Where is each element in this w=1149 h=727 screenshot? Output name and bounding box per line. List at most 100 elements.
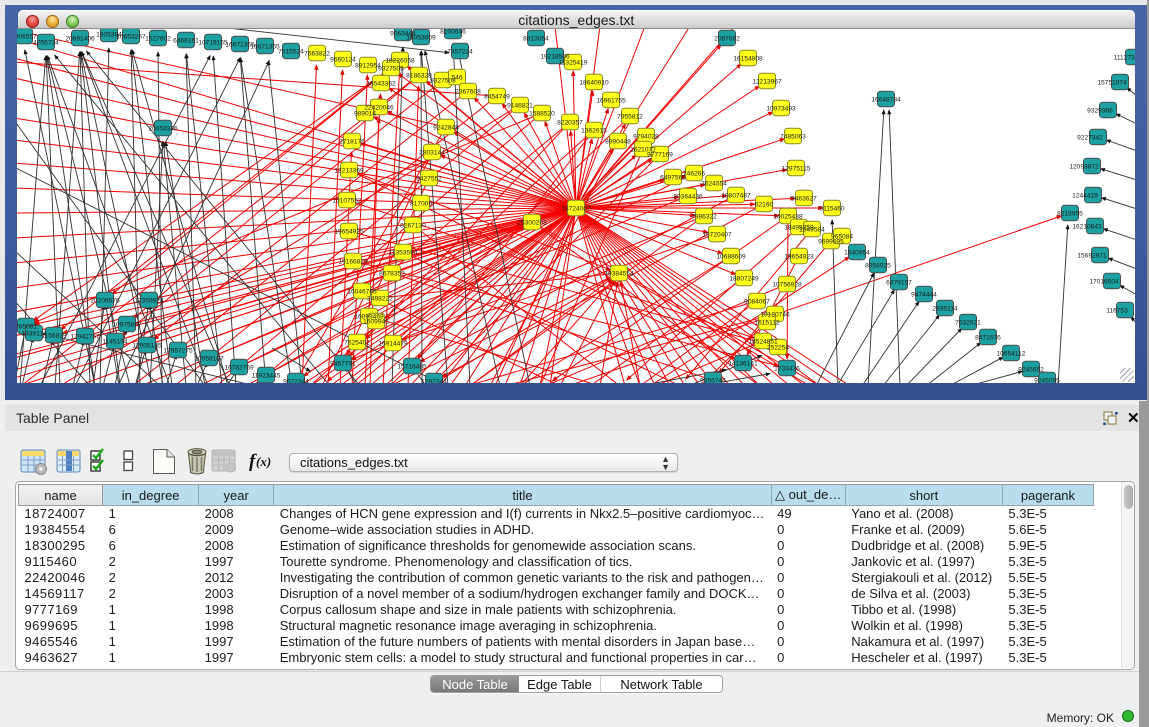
svg-text:7663822: 7663822 <box>304 51 330 58</box>
svg-text:4055724: 4055724 <box>33 40 59 47</box>
svg-text:1849584: 1849584 <box>799 227 825 234</box>
svg-text:16961755: 16961755 <box>596 98 626 105</box>
svg-text:9463627: 9463627 <box>791 196 817 203</box>
svg-text:10719155: 10719155 <box>198 40 228 47</box>
svg-text:10975867: 10975867 <box>112 322 142 329</box>
svg-text:8471676: 8471676 <box>975 335 1001 342</box>
svg-text:765081: 765081 <box>17 324 37 331</box>
svg-text:9245652: 9245652 <box>1018 367 1044 374</box>
svg-text:746266: 746266 <box>683 171 705 178</box>
svg-text:10756928: 10756928 <box>772 282 802 289</box>
svg-text:17359924: 17359924 <box>134 298 164 305</box>
svg-text:16210643: 16210643 <box>1072 224 1102 231</box>
svg-text:1362615: 1362615 <box>581 128 607 135</box>
svg-text:16671355: 16671355 <box>250 44 280 51</box>
svg-text:18226058: 18226058 <box>385 58 415 65</box>
svg-text:8215955: 8215955 <box>1057 211 1083 218</box>
svg-text:2718176: 2718176 <box>339 139 365 146</box>
svg-text:19654923: 19654923 <box>784 254 814 261</box>
svg-text:8100646: 8100646 <box>440 29 466 36</box>
svg-text:7955812: 7955812 <box>617 114 643 121</box>
svg-text:8220357: 8220357 <box>557 120 583 127</box>
svg-text:62160: 62160 <box>755 202 774 209</box>
svg-text:9777169: 9777169 <box>647 152 673 159</box>
svg-text:8427552: 8427552 <box>416 176 442 183</box>
svg-text:16154808: 16154808 <box>733 56 763 63</box>
svg-text:9660124: 9660124 <box>330 57 356 64</box>
svg-text:12975115: 12975115 <box>782 166 811 173</box>
svg-text:12213967: 12213967 <box>752 79 782 86</box>
svg-text:19654925: 19654925 <box>334 229 364 236</box>
svg-text:9474444: 9474444 <box>911 292 937 299</box>
svg-text:14136141: 14136141 <box>728 361 758 368</box>
svg-text:10025438: 10025438 <box>773 214 803 221</box>
svg-text:817006: 817006 <box>410 201 432 208</box>
svg-text:16782759: 16782759 <box>224 365 254 372</box>
svg-text:1640954: 1640954 <box>844 250 870 257</box>
svg-text:9622344: 9622344 <box>283 379 309 384</box>
svg-text:16046766: 16046766 <box>347 289 377 296</box>
svg-text:9457791: 9457791 <box>330 361 356 368</box>
svg-text:7632621: 7632621 <box>955 320 981 327</box>
svg-text:10973493: 10973493 <box>766 106 796 113</box>
svg-text:9327505: 9327505 <box>378 66 404 73</box>
svg-text:252254: 252254 <box>767 345 789 352</box>
svg-text:1292344: 1292344 <box>421 379 447 384</box>
svg-text:989014: 989014 <box>354 111 376 118</box>
svg-text:7986322: 7986322 <box>691 214 717 221</box>
svg-text:15692971: 15692971 <box>1077 253 1107 260</box>
svg-text:2087682: 2087682 <box>714 36 740 43</box>
svg-text:9115460: 9115460 <box>819 206 845 213</box>
svg-text:25300203: 25300203 <box>517 220 547 227</box>
svg-text:10807487: 10807487 <box>721 193 751 200</box>
svg-text:10654112: 10654112 <box>997 351 1026 358</box>
svg-text:8958925: 8958925 <box>865 263 891 270</box>
svg-text:1156829: 1156829 <box>41 333 67 340</box>
svg-text:3498222: 3498222 <box>367 296 393 303</box>
svg-text:1609946: 1609946 <box>363 319 389 326</box>
svg-text:18807249: 18807249 <box>729 276 759 283</box>
svg-text:19166829: 19166829 <box>338 259 368 266</box>
svg-text:9146821: 9146821 <box>507 103 533 110</box>
svg-text:1112736: 1112736 <box>1114 55 1135 62</box>
svg-text:12905135: 12905135 <box>132 343 162 350</box>
svg-text:12213369: 12213369 <box>334 168 364 175</box>
svg-text:11923445: 11923445 <box>252 373 281 380</box>
svg-text:7625402: 7625402 <box>344 340 370 347</box>
svg-text:16053809: 16053809 <box>406 35 436 42</box>
svg-text:8267130: 8267130 <box>400 223 426 230</box>
svg-text:7357224: 7357224 <box>447 49 473 56</box>
svg-text:6497568: 6497568 <box>660 175 686 182</box>
svg-text:18640910: 18640910 <box>579 80 609 87</box>
svg-text:10688609: 10688609 <box>716 254 746 261</box>
svg-text:6466161: 6466161 <box>173 38 199 45</box>
svg-text:1733426: 1733426 <box>774 366 800 373</box>
svg-text:8678352: 8678352 <box>379 271 405 278</box>
svg-text:(x): (x) <box>256 454 271 469</box>
svg-text:7485063: 7485063 <box>780 134 806 141</box>
svg-text:8454749: 8454749 <box>484 94 510 101</box>
svg-text:10653267: 10653267 <box>116 34 146 41</box>
svg-text:9356746: 9356746 <box>700 378 726 384</box>
svg-text:1145194: 1145194 <box>102 339 128 346</box>
svg-text:16914479: 16914479 <box>378 341 408 348</box>
svg-text:20053346: 20053346 <box>148 126 178 133</box>
svg-text:20206576: 20206576 <box>90 298 120 305</box>
svg-text:9794028: 9794028 <box>633 134 659 141</box>
svg-text:17957275: 17957275 <box>163 348 193 355</box>
svg-text:15720407: 15720407 <box>702 232 732 239</box>
svg-text:116753: 116753 <box>1106 308 1128 315</box>
svg-text:9245095: 9245095 <box>1034 378 1060 384</box>
svg-text:10120746: 10120746 <box>760 312 790 319</box>
svg-text:8186328: 8186328 <box>406 73 432 80</box>
svg-text:9084067: 9084067 <box>744 299 770 306</box>
svg-text:546: 546 <box>451 75 462 82</box>
svg-text:16648784: 16648784 <box>871 97 901 104</box>
svg-text:11353594: 11353594 <box>389 250 418 257</box>
svg-text:12093872: 12093872 <box>1069 164 1099 171</box>
svg-text:1527602: 1527602 <box>145 36 171 43</box>
svg-text:9227342: 9227342 <box>1077 135 1103 142</box>
svg-text:12942757: 12942757 <box>70 334 100 341</box>
svg-text:965084: 965084 <box>831 234 853 241</box>
svg-text:16543362: 16543362 <box>366 81 396 88</box>
